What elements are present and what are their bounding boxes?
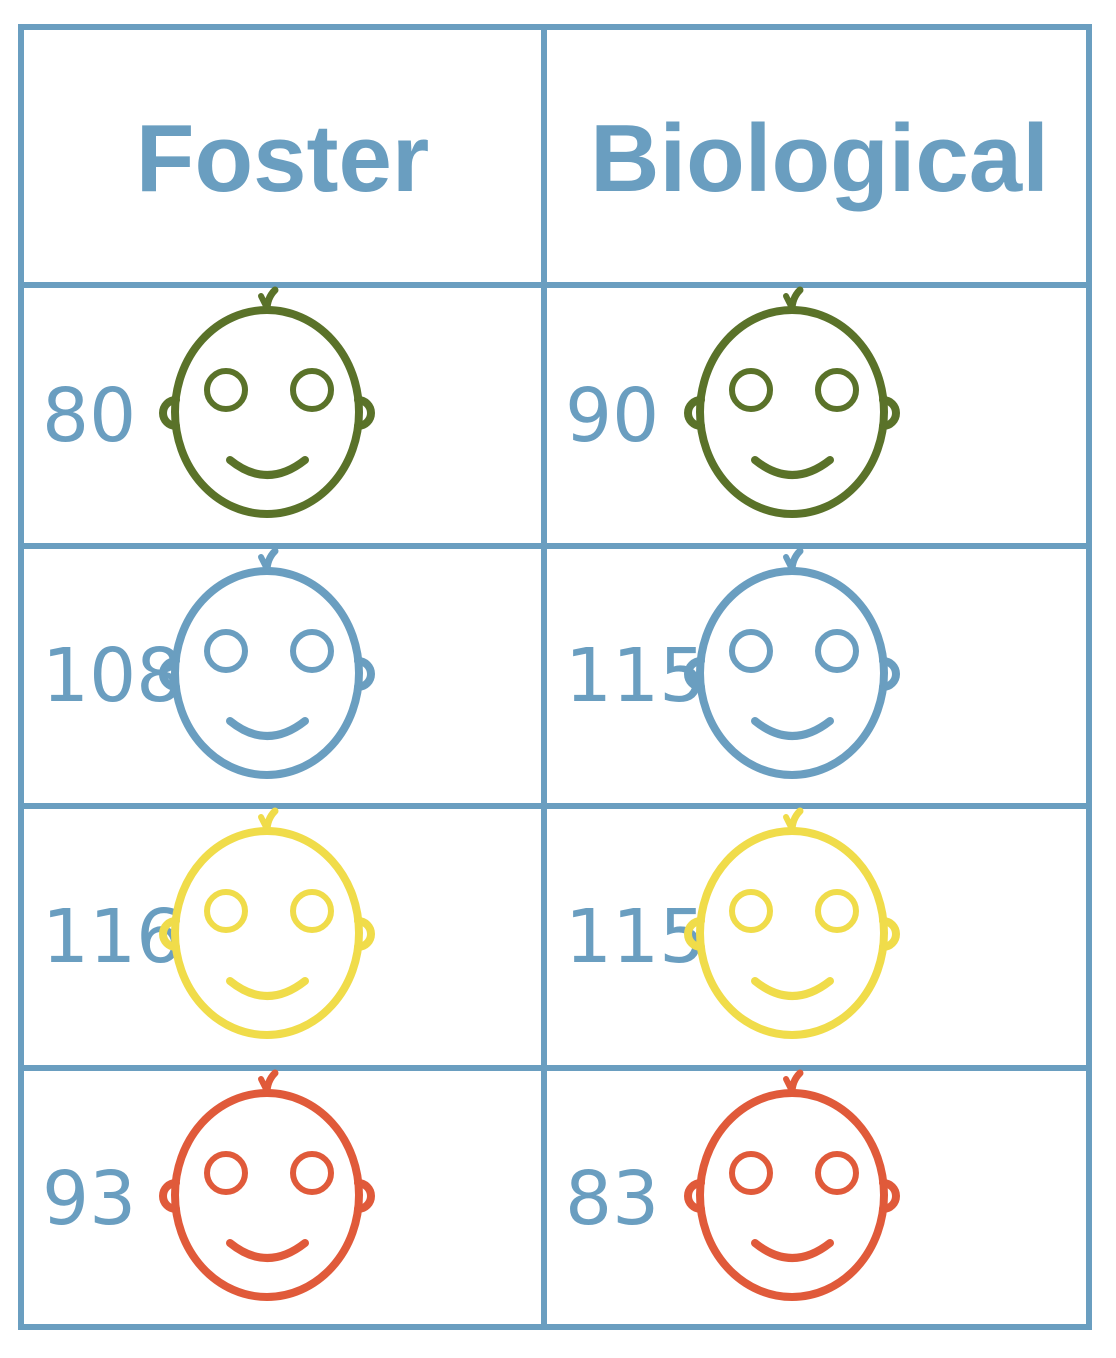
baby-face-icon bbox=[142, 543, 392, 793]
baby-face-icon bbox=[667, 543, 917, 793]
cell-biological: 115 bbox=[547, 547, 1092, 803]
cell-foster: 116 bbox=[24, 807, 541, 1065]
cell-foster: 93 bbox=[24, 1069, 541, 1326]
value-foster: 93 bbox=[42, 1155, 137, 1242]
cell-foster: 80 bbox=[24, 286, 541, 543]
baby-face-icon bbox=[142, 1065, 392, 1315]
comparison-table: Foster Biological 80 90 108 115 116 115 … bbox=[18, 24, 1092, 1330]
baby-face-icon bbox=[667, 803, 917, 1053]
cell-foster: 108 bbox=[24, 547, 541, 803]
baby-face-icon bbox=[684, 547, 900, 779]
cell-biological: 115 bbox=[547, 807, 1092, 1065]
value-biological: 90 bbox=[565, 372, 660, 459]
header-foster: Foster bbox=[135, 105, 430, 212]
baby-face-icon bbox=[684, 1069, 900, 1301]
baby-face-icon bbox=[159, 286, 375, 518]
baby-face-icon bbox=[667, 1065, 917, 1315]
header-biological: Biological bbox=[590, 105, 1049, 212]
baby-face-icon bbox=[142, 803, 392, 1053]
baby-face-icon bbox=[667, 282, 917, 532]
value-foster: 80 bbox=[42, 372, 137, 459]
cell-biological: 83 bbox=[547, 1069, 1092, 1326]
baby-face-icon bbox=[684, 807, 900, 1039]
baby-face-icon bbox=[159, 547, 375, 779]
value-biological: 83 bbox=[565, 1155, 660, 1242]
baby-face-icon bbox=[159, 807, 375, 1039]
baby-face-icon bbox=[684, 286, 900, 518]
baby-face-icon bbox=[159, 1069, 375, 1301]
cell-biological: 90 bbox=[547, 286, 1092, 543]
baby-face-icon bbox=[142, 282, 392, 532]
